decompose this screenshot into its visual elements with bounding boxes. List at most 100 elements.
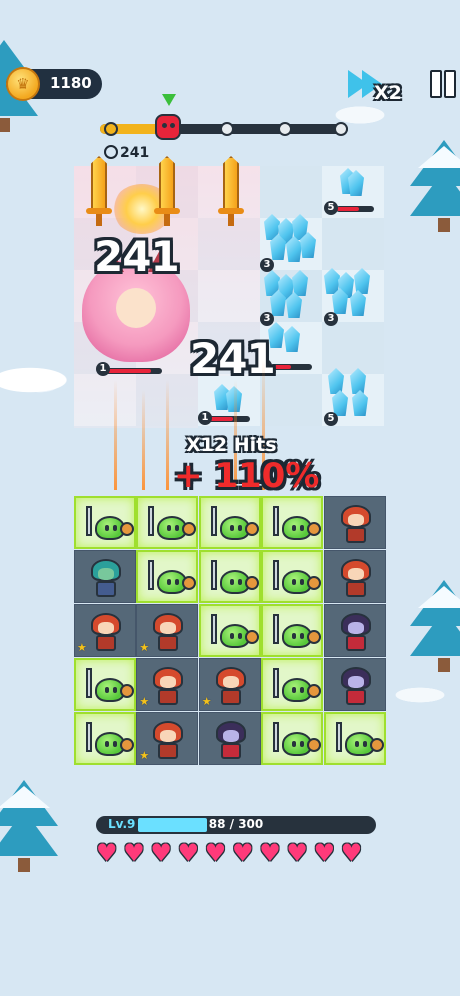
heart-icon: ♥ (286, 839, 308, 867)
coin-amount: 1180 (50, 74, 92, 92)
warrior-unit[interactable] (325, 497, 385, 548)
wave-checkpoint (104, 122, 118, 136)
warrior-unit[interactable]: ★ (200, 659, 260, 710)
pause-button[interactable] (430, 70, 460, 98)
sword-icon (86, 156, 112, 226)
wave-progress-bar (100, 122, 348, 136)
grid-cell[interactable] (74, 550, 136, 603)
coin-counter: ♛ 1180 (6, 67, 102, 101)
heart-icon: ♥ (123, 839, 145, 867)
grid-cell[interactable] (74, 712, 136, 765)
grid-cell[interactable] (323, 604, 386, 657)
xp-value: 88 / 300 (208, 817, 264, 831)
speed-toggle-button[interactable]: X2 (348, 66, 406, 106)
lives-row: ♥ ♥ ♥ ♥ ♥ ♥ ♥ ♥ ♥ ♥ (96, 839, 376, 868)
wave-checkpoint (220, 122, 234, 136)
pine-tree-icon (410, 580, 460, 690)
slime-knight-unit[interactable] (263, 606, 322, 655)
grid-cell[interactable] (261, 550, 324, 603)
grid-cell[interactable] (261, 604, 324, 657)
grid-cell[interactable] (198, 550, 261, 603)
vampire-unit[interactable] (200, 713, 260, 764)
slime-knight-unit[interactable] (76, 498, 134, 547)
heart-icon: ♥ (232, 839, 254, 867)
enemy-level: 5 (324, 201, 338, 215)
vampire-unit[interactable] (325, 659, 385, 710)
warrior-unit[interactable]: ★ (137, 659, 197, 710)
slime-knight-unit[interactable] (201, 552, 259, 601)
warrior-unit[interactable]: ★ (137, 713, 197, 764)
grid-cell[interactable]: ★ (136, 712, 199, 765)
heart-icon: ♥ (96, 839, 118, 867)
star-icon: ★ (201, 695, 212, 708)
grid-cell[interactable] (261, 496, 324, 549)
player-unit-grid[interactable]: ★ ★ ★ ★ ★ (74, 496, 386, 766)
grid-cell[interactable] (323, 550, 386, 603)
current-wave-arrow-icon (162, 94, 176, 106)
wave-checkpoint (334, 122, 348, 136)
slime-knight-unit[interactable] (76, 660, 134, 709)
enemy-level: 3 (260, 312, 274, 326)
grid-cell[interactable] (198, 604, 261, 657)
slime-knight-unit[interactable] (326, 714, 384, 763)
star-icon: ★ (139, 749, 150, 762)
grid-cell[interactable] (136, 550, 199, 603)
pause-icon (430, 70, 442, 98)
slime-knight-unit[interactable] (138, 498, 197, 547)
grid-cell[interactable] (323, 658, 386, 711)
warrior-unit[interactable]: ★ (137, 605, 197, 656)
grid-cell[interactable] (198, 496, 261, 549)
damage-number: 241 (94, 232, 180, 281)
combo-bonus-label: + 110% (174, 456, 320, 496)
slime-knight-unit[interactable] (201, 498, 259, 547)
heart-icon: ♥ (204, 839, 227, 867)
enemy-hp-bar (270, 364, 312, 370)
goblin-unit[interactable] (75, 551, 135, 602)
slime-knight-unit[interactable] (263, 660, 322, 709)
heart-icon: ♥ (313, 839, 336, 867)
grid-cell[interactable] (323, 712, 386, 765)
combo-hits-label: X12 Hits (186, 434, 277, 456)
heart-icon: ♥ (340, 839, 363, 867)
grid-cell[interactable] (198, 712, 261, 765)
boss-skull-icon (155, 114, 181, 140)
grid-cell[interactable] (136, 496, 199, 549)
grid-cell[interactable]: ★ (198, 658, 261, 711)
speed-multiplier-label: X2 (374, 82, 402, 104)
crown-coin-icon: ♛ (6, 67, 40, 101)
grid-cell[interactable] (261, 712, 324, 765)
warrior-unit[interactable]: ★ (75, 605, 135, 656)
grid-cell[interactable]: ★ (136, 658, 199, 711)
slime-knight-unit[interactable] (263, 498, 322, 547)
enemy-hp-bar (336, 206, 374, 212)
enemy-level: 3 (260, 258, 274, 272)
slime-knight-unit[interactable] (263, 552, 322, 601)
heart-icon: ♥ (177, 839, 200, 867)
warrior-unit[interactable] (325, 551, 385, 602)
enemy-level: 1 (96, 362, 110, 376)
grid-cell[interactable] (323, 496, 386, 549)
vampire-unit[interactable] (325, 605, 385, 656)
star-icon: ★ (139, 641, 150, 654)
enemy-hp-bar (208, 416, 250, 422)
slime-knight-unit[interactable] (263, 714, 322, 763)
grid-cell[interactable]: ★ (74, 604, 136, 657)
enemy-level: 3 (324, 312, 338, 326)
sword-icon (218, 156, 244, 226)
star-icon: ★ (139, 695, 150, 708)
sword-icon (154, 156, 180, 226)
slime-knight-unit[interactable] (76, 714, 134, 763)
grid-cell[interactable] (74, 658, 136, 711)
enemy-level: 1 (198, 411, 212, 425)
grid-cell[interactable] (74, 496, 136, 549)
grid-cell[interactable]: ★ (136, 604, 199, 657)
xp-progress-bar: Lv.9 88 / 300 (96, 816, 376, 834)
pine-tree-icon (410, 140, 460, 250)
grid-cell[interactable] (261, 658, 324, 711)
slime-knight-unit[interactable] (201, 606, 259, 655)
wave-checkpoint (278, 122, 292, 136)
star-icon: ★ (77, 641, 87, 654)
slime-knight-unit[interactable] (138, 552, 197, 601)
heart-icon: ♥ (150, 839, 172, 867)
enemy-hp-bar (104, 368, 162, 374)
